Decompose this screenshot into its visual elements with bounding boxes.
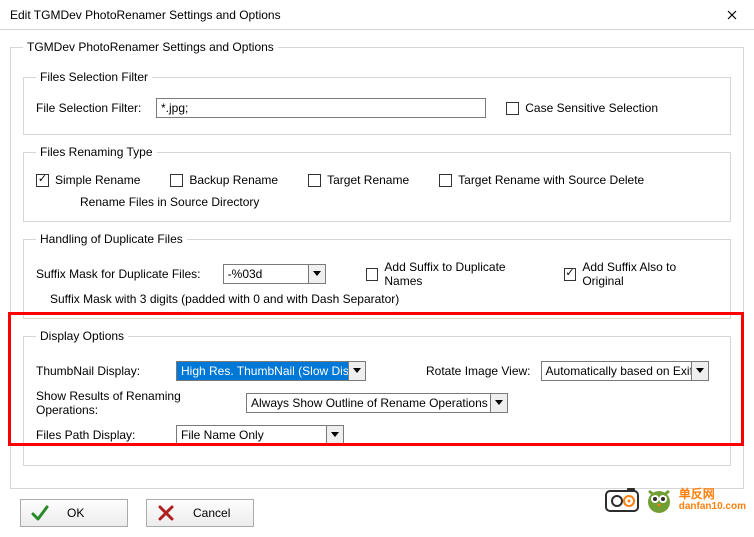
- filter-group-legend: Files Selection Filter: [36, 70, 152, 84]
- checkbox-icon: [564, 268, 577, 281]
- backup-rename-checkbox[interactable]: Backup Rename: [170, 173, 278, 187]
- files-path-display-label: Files Path Display:: [36, 428, 166, 442]
- simple-rename-checkbox[interactable]: Simple Rename: [36, 173, 140, 187]
- thumbnail-display-combo[interactable]: High Res. ThumbNail (Slow Display): [176, 361, 366, 381]
- main-group-legend: TGMDev PhotoRenamer Settings and Options: [23, 40, 278, 54]
- checkbox-icon: [366, 268, 379, 281]
- cancel-icon: [157, 504, 175, 522]
- close-icon: [727, 10, 737, 20]
- suffix-mask-combo[interactable]: -%03d: [223, 264, 326, 284]
- content-area: TGMDev PhotoRenamer Settings and Options…: [0, 30, 754, 537]
- checkbox-icon: [170, 174, 183, 187]
- target-rename-label: Target Rename: [327, 173, 409, 187]
- rename-type-group: Files Renaming Type Simple Rename Backup…: [23, 145, 731, 222]
- suffix-mask-label: Suffix Mask for Duplicate Files:: [36, 267, 203, 281]
- suffix-hint: Suffix Mask with 3 digits (padded with 0…: [50, 292, 718, 306]
- add-suffix-original-checkbox[interactable]: Add Suffix Also to Original: [564, 260, 718, 288]
- target-rename-checkbox[interactable]: Target Rename: [308, 173, 409, 187]
- checkbox-icon: [308, 174, 321, 187]
- checkbox-icon: [36, 174, 49, 187]
- window-title: Edit TGMDev PhotoRenamer Settings and Op…: [10, 8, 281, 22]
- camera-icon: [605, 487, 639, 513]
- add-suffix-duplicate-label: Add Suffix to Duplicate Names: [384, 260, 543, 288]
- case-sensitive-label: Case Sensitive Selection: [525, 101, 658, 115]
- titlebar: Edit TGMDev PhotoRenamer Settings and Op…: [0, 0, 754, 30]
- duplicate-group-legend: Handling of Duplicate Files: [36, 232, 187, 246]
- thumbnail-display-value: High Res. ThumbNail (Slow Display): [177, 362, 348, 380]
- main-group: TGMDev PhotoRenamer Settings and Options…: [10, 40, 744, 489]
- cancel-button-label: Cancel: [193, 506, 230, 520]
- checkbox-icon: [506, 102, 519, 115]
- check-icon: [31, 504, 49, 522]
- show-results-value: Always Show Outline of Rename Operations: [247, 394, 490, 412]
- show-results-label: Show Results of Renaming Operations:: [36, 389, 236, 417]
- cancel-button[interactable]: Cancel: [146, 499, 254, 527]
- rename-hint: Rename Files in Source Directory: [80, 195, 718, 209]
- chevron-down-icon: [308, 265, 325, 283]
- chevron-down-icon: [348, 362, 365, 380]
- window-close-button[interactable]: [709, 0, 754, 29]
- files-path-display-value: File Name Only: [177, 426, 326, 444]
- watermark-text: 单反网 danfan10.com: [679, 488, 746, 512]
- filter-label: File Selection Filter:: [36, 101, 146, 115]
- display-options-legend: Display Options: [36, 329, 128, 343]
- suffix-mask-value: -%03d: [224, 265, 308, 283]
- chevron-down-icon: [691, 362, 708, 380]
- target-rename-delete-checkbox[interactable]: Target Rename with Source Delete: [439, 173, 644, 187]
- rotate-image-combo[interactable]: Automatically based on Exif: [541, 361, 709, 381]
- chevron-down-icon: [326, 426, 343, 444]
- watermark: 单反网 danfan10.com: [605, 486, 746, 514]
- simple-rename-label: Simple Rename: [55, 173, 140, 187]
- display-options-group: Display Options ThumbNail Display: High …: [23, 329, 731, 466]
- chevron-down-icon: [490, 394, 507, 412]
- add-suffix-duplicate-checkbox[interactable]: Add Suffix to Duplicate Names: [366, 260, 544, 288]
- ok-button-label: OK: [67, 506, 84, 520]
- rename-type-legend: Files Renaming Type: [36, 145, 157, 159]
- ok-button[interactable]: OK: [20, 499, 128, 527]
- files-path-display-combo[interactable]: File Name Only: [176, 425, 344, 445]
- show-results-combo[interactable]: Always Show Outline of Rename Operations: [246, 393, 508, 413]
- case-sensitive-checkbox[interactable]: Case Sensitive Selection: [506, 101, 658, 115]
- rotate-image-label: Rotate Image View:: [426, 364, 531, 378]
- rotate-image-value: Automatically based on Exif: [542, 362, 691, 380]
- owl-icon: [645, 486, 673, 514]
- filter-group: Files Selection Filter File Selection Fi…: [23, 70, 731, 135]
- target-rename-delete-label: Target Rename with Source Delete: [458, 173, 644, 187]
- backup-rename-label: Backup Rename: [189, 173, 278, 187]
- duplicate-group: Handling of Duplicate Files Suffix Mask …: [23, 232, 731, 319]
- thumbnail-display-label: ThumbNail Display:: [36, 364, 166, 378]
- checkbox-icon: [439, 174, 452, 187]
- add-suffix-original-label: Add Suffix Also to Original: [582, 260, 718, 288]
- file-selection-filter-input[interactable]: [156, 98, 486, 118]
